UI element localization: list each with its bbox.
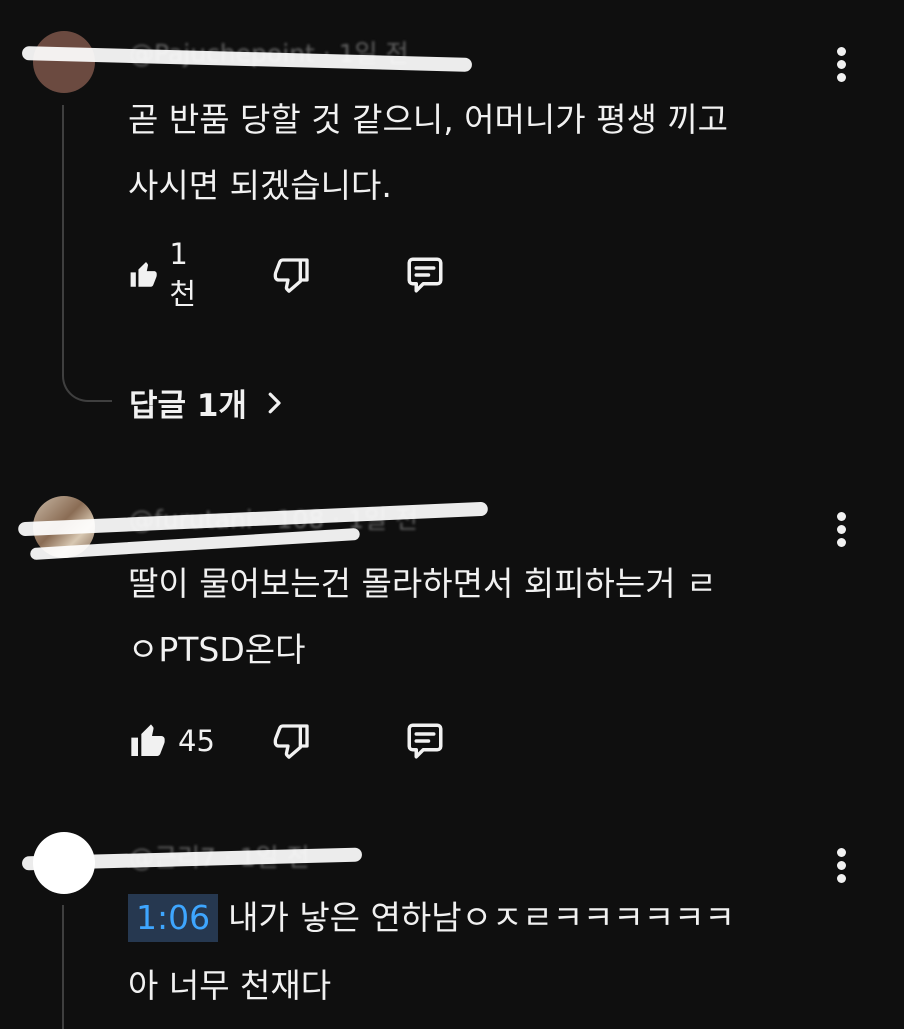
like-button[interactable]: 1천 (128, 237, 205, 311)
reply-button[interactable] (404, 716, 446, 766)
like-icon (131, 724, 165, 756)
more-vert-icon (837, 47, 846, 56)
reply-icon (407, 257, 443, 293)
like-count: 1천 (169, 237, 197, 311)
more-vert-icon (837, 512, 846, 521)
timestamp-link[interactable]: 1:06 (128, 894, 219, 942)
more-options-button[interactable] (832, 848, 852, 888)
like-icon (130, 261, 157, 287)
reply-thread-curve (62, 360, 112, 402)
reply-thread-line (62, 905, 64, 1029)
more-options-button[interactable] (832, 47, 852, 87)
comment-text-line: 딸이 물어보는건 몰라하면서 회피하는거 ㄹ (128, 564, 717, 603)
comment-text-line: 아 너무 천재다 (128, 966, 332, 1005)
comment-text-line: 1:06 내가 낳은 연하남ㅇㅈㄹㅋㅋㅋㅋㅋㅋ (128, 882, 735, 954)
like-count: 45 (178, 724, 215, 758)
dislike-icon (273, 724, 309, 759)
reply-button[interactable] (404, 250, 446, 300)
chevron-right-icon (268, 392, 281, 413)
avatar[interactable] (33, 31, 95, 93)
reply-icon (407, 723, 443, 759)
reply-thread-line (62, 105, 64, 365)
more-vert-icon (837, 848, 846, 857)
comment-text-span: 내가 낳은 연하남ㅇㅈㄹㅋㅋㅋㅋㅋㅋ (228, 898, 735, 937)
comment-text-line: ㅇPTSD온다 (128, 630, 306, 669)
more-options-button[interactable] (832, 512, 852, 552)
comment-text-line: 사시면 되겠습니다. (128, 166, 392, 205)
dislike-button[interactable] (272, 716, 312, 766)
comment-text-line: 곧 반품 당할 것 같으니, 어머니가 평생 끼고 (128, 100, 729, 139)
like-button[interactable]: 45 (128, 716, 215, 766)
dislike-icon (273, 258, 309, 293)
replies-label: 답글 1개 (129, 388, 247, 424)
view-replies-button[interactable]: 답글 1개 (129, 380, 289, 425)
dislike-button[interactable] (272, 250, 312, 300)
